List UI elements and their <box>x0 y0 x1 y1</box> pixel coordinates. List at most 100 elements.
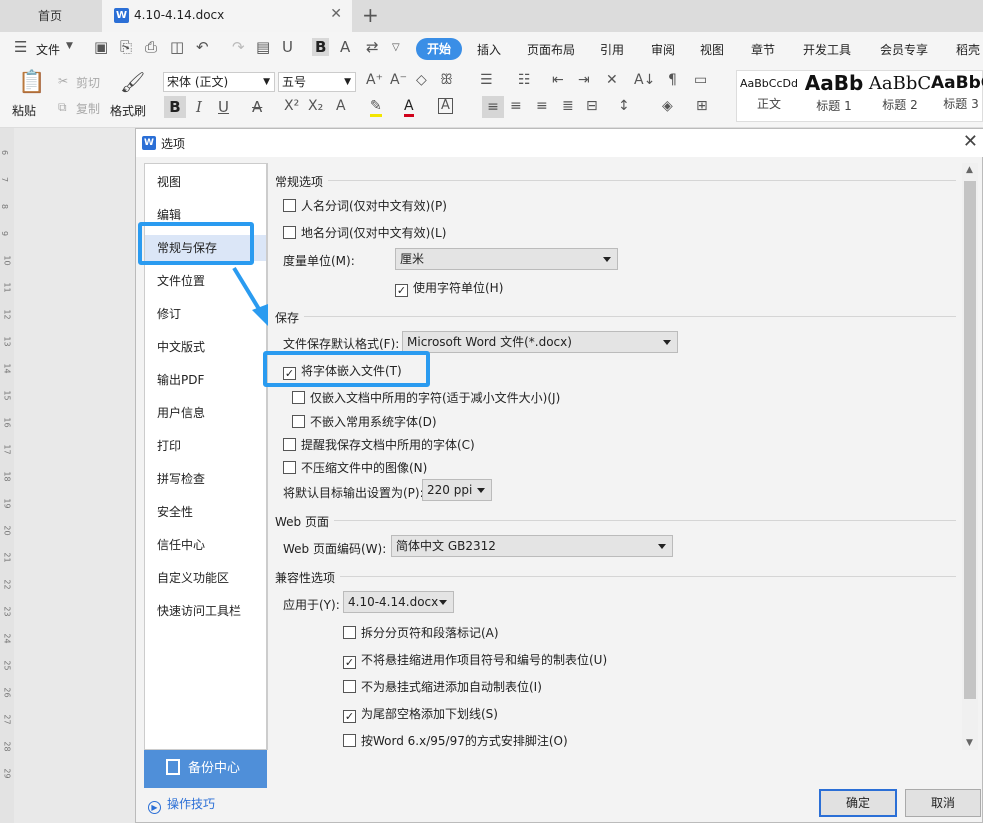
paste-icon[interactable]: 📋 <box>18 70 45 95</box>
compat-option-2[interactable]: ✓ 不将悬挂缩进用作项目符号和编号的制表位(U) <box>343 651 607 669</box>
superscript-icon[interactable]: X² <box>284 98 299 114</box>
italic-icon[interactable]: I <box>196 98 202 116</box>
remind-fonts-option[interactable]: 提醒我保存文档中所用的字体(C) <box>283 436 475 453</box>
nav-item[interactable]: 中文版式 <box>145 334 266 360</box>
style-heading-3[interactable]: AaBbC 标题 3 <box>931 73 983 112</box>
style-heading-1[interactable]: AaBb 标题 1 <box>801 71 867 114</box>
checkbox-unchecked[interactable] <box>343 734 356 747</box>
char-border-icon[interactable]: A <box>438 98 453 114</box>
scroll-down-icon[interactable]: ▼ <box>966 738 973 748</box>
close-tab-icon[interactable]: ✕ <box>330 6 342 22</box>
font-color-icon[interactable]: A <box>404 98 414 117</box>
backup-center-button[interactable]: 备份中心 <box>144 750 267 788</box>
nav-item[interactable]: 用户信息 <box>145 400 266 426</box>
nav-item[interactable]: 打印 <box>145 433 266 459</box>
checkbox-unchecked[interactable] <box>283 226 296 239</box>
font-name-select[interactable]: 宋体 (正文) ▼ <box>163 72 275 92</box>
new-tab-button[interactable]: + <box>362 3 379 27</box>
strikethrough-icon[interactable]: A <box>252 98 262 116</box>
bold-quick-icon[interactable]: B <box>312 38 330 56</box>
decrease-indent-icon[interactable]: ⇤ <box>552 72 564 88</box>
bold-icon[interactable]: B <box>164 96 186 118</box>
phonetic-icon[interactable]: ꕥ <box>440 72 453 88</box>
style-normal[interactable]: AaBbCcDd 正文 <box>737 77 801 112</box>
align-left-icon[interactable]: ≡ <box>482 96 504 118</box>
print-icon[interactable]: ⎙ <box>145 38 157 56</box>
copy-button[interactable]: 复制 <box>76 100 100 117</box>
font-size-select[interactable]: 五号 ▼ <box>278 72 356 92</box>
undo-icon[interactable]: ↶ <box>196 38 209 56</box>
align-right-icon[interactable]: ≡ <box>536 98 548 114</box>
nav-item[interactable]: 快速访问工具栏 <box>145 598 266 624</box>
checkbox-unchecked[interactable] <box>283 199 296 212</box>
char-unit-option[interactable]: ✓ 使用字符单位(H) <box>395 279 503 297</box>
checkbox-unchecked[interactable] <box>292 415 305 428</box>
embed-fonts-option[interactable]: ✓ 将字体嵌入文件(T) <box>283 362 402 380</box>
menu-docer[interactable]: 稻壳 <box>956 41 980 58</box>
nav-item[interactable]: 拼写检查 <box>145 466 266 492</box>
resolution-select[interactable]: 220 ppi <box>422 479 492 501</box>
checkbox-unchecked[interactable] <box>283 461 296 474</box>
checkbox-unchecked[interactable] <box>283 438 296 451</box>
chinese-layout-icon[interactable]: ✕ <box>606 72 618 88</box>
increase-indent-icon[interactable]: ⇥ <box>578 72 590 88</box>
ok-button[interactable]: 确定 <box>819 789 897 817</box>
web-encoding-select[interactable]: 简体中文 GB2312 <box>391 535 673 557</box>
bullet-list-icon[interactable]: ☰ <box>480 72 493 88</box>
checkbox-checked[interactable]: ✓ <box>343 710 356 723</box>
underline-quick-icon[interactable]: U <box>282 38 293 56</box>
text-effect-icon[interactable]: A <box>336 98 346 114</box>
ruler-toggle-icon[interactable]: ▭ <box>694 72 707 88</box>
close-icon[interactable]: ✕ <box>963 131 978 152</box>
paste-button[interactable]: 粘贴 <box>12 102 36 119</box>
shading-icon[interactable]: ◈ <box>662 98 673 114</box>
tips-link[interactable]: ▶ 操作技巧 <box>148 795 215 814</box>
save-format-select[interactable]: Microsoft Word 文件(*.docx) <box>402 331 678 353</box>
format-painter-button[interactable]: 格式刷 <box>110 102 146 119</box>
checkbox-checked[interactable]: ✓ <box>283 367 296 380</box>
menu-view[interactable]: 视图 <box>700 41 724 58</box>
menu-member[interactable]: 会员专享 <box>880 41 928 58</box>
borders-icon[interactable]: ⊞ <box>696 98 708 114</box>
save-icon[interactable]: ▣ <box>94 38 108 56</box>
cut-button[interactable]: 剪切 <box>76 74 100 91</box>
distribute-icon[interactable]: ⊟ <box>586 98 598 114</box>
more-chevron-icon[interactable]: ▽ <box>392 42 400 53</box>
highlight-icon[interactable]: ✎ <box>370 98 382 117</box>
nav-item[interactable]: 常规与保存 <box>145 235 266 261</box>
checkbox-unchecked[interactable] <box>343 626 356 639</box>
clear-format-icon[interactable]: ◇ <box>416 72 427 88</box>
checkbox-checked[interactable]: ✓ <box>395 284 408 297</box>
menu-insert[interactable]: 插入 <box>477 41 501 58</box>
checkbox-unchecked[interactable] <box>292 391 305 404</box>
clipboard-icon[interactable]: ▤ <box>256 38 270 56</box>
scroll-up-icon[interactable]: ▲ <box>966 165 973 175</box>
font-grow-icon[interactable]: A⁺ <box>366 72 383 88</box>
nav-item[interactable]: 安全性 <box>145 499 266 525</box>
scroll-thumb[interactable] <box>964 181 976 699</box>
tab-home[interactable]: 首页 <box>0 0 100 32</box>
print-preview-icon[interactable]: ◫ <box>170 38 184 56</box>
font-shrink-icon[interactable]: A⁻ <box>390 72 407 88</box>
content-scrollbar[interactable]: ▲ ▼ <box>962 163 978 750</box>
hamburger-icon[interactable]: ☰ <box>14 38 27 56</box>
compat-option-1[interactable]: 拆分分页符和段落标记(A) <box>343 624 499 641</box>
menu-references[interactable]: 引用 <box>600 41 624 58</box>
cancel-button[interactable]: 取消 <box>905 789 981 817</box>
compat-option-3[interactable]: 不为悬挂式缩进添加自动制表位(I) <box>343 678 542 695</box>
tab-document[interactable]: W 4.10-4.14.docx ✕ <box>102 0 352 32</box>
menu-review[interactable]: 审阅 <box>651 41 675 58</box>
compat-option-5[interactable]: 按Word 6.x/95/97的方式安排脚注(O) <box>343 732 568 749</box>
justify-icon[interactable]: ≣ <box>562 98 574 114</box>
underline-icon[interactable]: U <box>218 98 229 116</box>
line-spacing-icon[interactable]: ↕ <box>618 98 630 114</box>
nav-item[interactable]: 视图 <box>145 169 266 195</box>
menu-page-layout[interactable]: 页面布局 <box>527 41 575 58</box>
nav-item[interactable]: 信任中心 <box>145 532 266 558</box>
menu-start[interactable]: 开始 <box>416 38 462 60</box>
show-marks-icon[interactable]: ¶ <box>668 72 677 88</box>
numbered-list-icon[interactable]: ☷ <box>518 72 531 88</box>
checkbox-unchecked[interactable] <box>343 680 356 693</box>
nav-item[interactable]: 输出PDF <box>145 367 266 393</box>
cut-icon[interactable]: ✂ <box>58 74 68 88</box>
